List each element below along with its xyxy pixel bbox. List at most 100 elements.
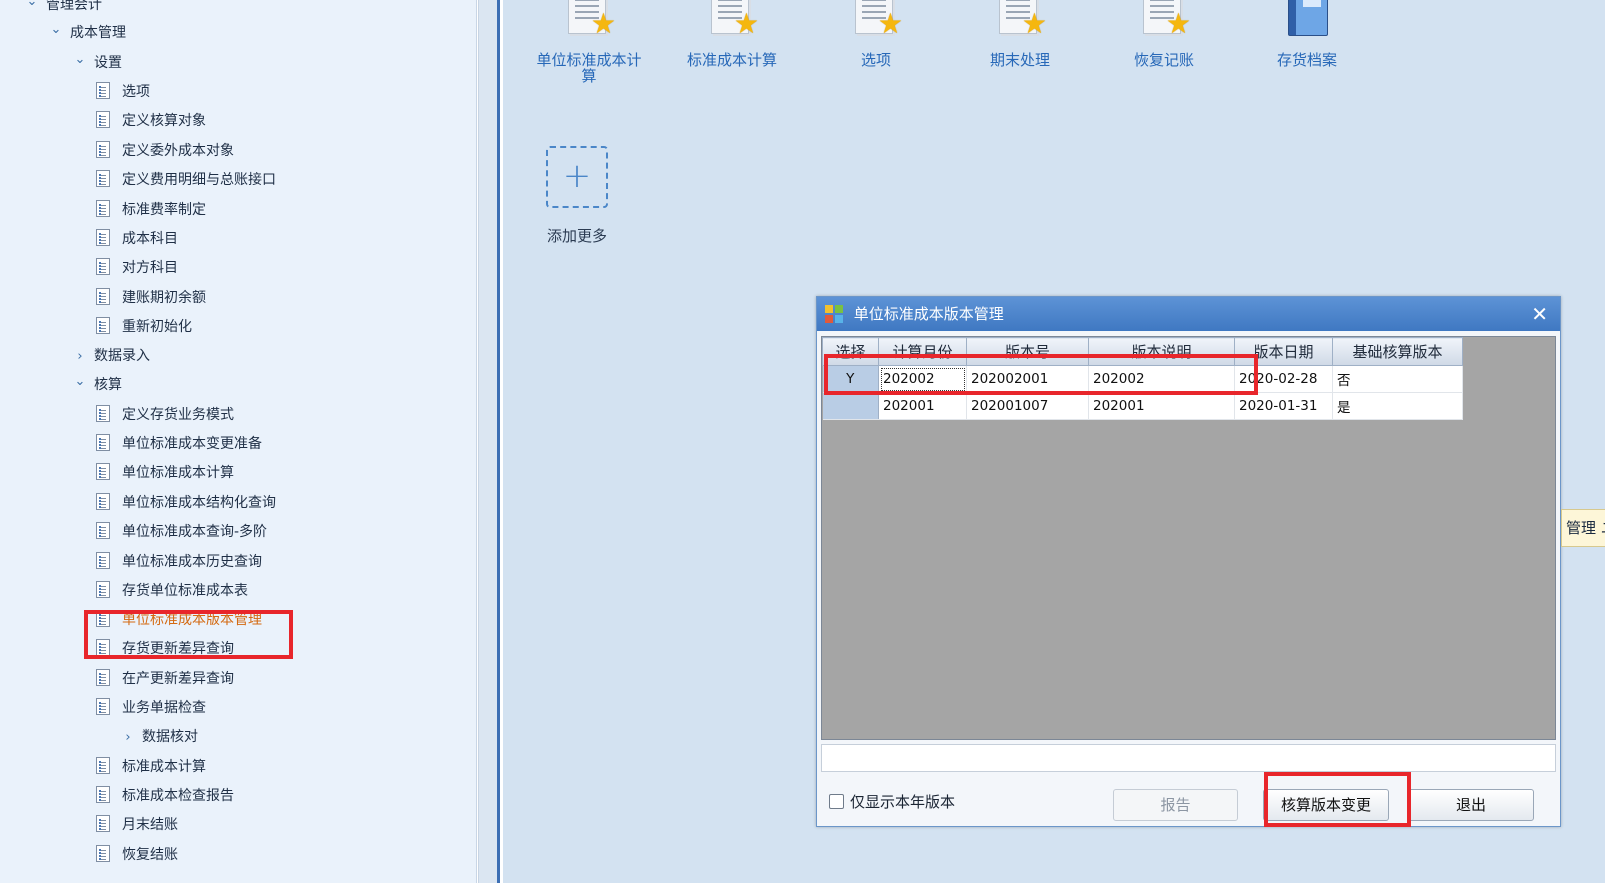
highlight-box-tree-item [84,610,293,659]
checkbox-box[interactable] [829,794,844,809]
document-star-icon: ★ [849,0,903,38]
tree-item[interactable]: 业务单据检查 [96,695,206,721]
tree-item-label: 单位标准成本历史查询 [122,554,262,570]
tree-item[interactable]: 重新初始化 [96,314,192,340]
version-change-button[interactable]: 核算版本变更 [1263,789,1389,821]
tree-folder[interactable]: ⌄ 设置 [72,50,122,76]
cell-version[interactable]: 202001007 [966,392,1089,420]
chevron-right-icon[interactable]: › [72,344,88,370]
tree-folder[interactable]: › 数据录入 [72,343,150,369]
tree-item[interactable]: 定义核算对象 [96,108,206,134]
document-icon [96,522,110,539]
tree-item-label: 定义核算对象 [122,113,206,129]
cell-select[interactable] [822,392,879,420]
tree-folder[interactable]: ⌄ 成本管理 [48,20,126,46]
close-icon[interactable]: ✕ [1531,297,1548,331]
column-header-base[interactable]: 基础核算版本 [1332,337,1463,366]
cell-select[interactable]: Y [822,365,879,393]
quick-icon-3[interactable]: ★ 期末处理 [955,0,1085,68]
table-row[interactable]: Y 202002 202002001 202002 2020-02-28 否 [822,365,1463,393]
column-header-month[interactable]: 计算月份 [878,337,967,366]
tree-item[interactable]: 对方科目 [96,255,178,281]
tree-item[interactable]: 单位标准成本变更准备 [96,431,262,457]
quick-icon-1[interactable]: ★ 标准成本计算 [667,0,797,68]
document-icon [96,200,110,217]
tree-item[interactable]: 在产更新差异查询 [96,666,234,692]
quick-icon-label: 期末处理 [989,51,1050,69]
tree-item[interactable]: 恢复结账 [96,842,178,868]
document-icon [96,698,110,715]
chevron-down-icon[interactable]: ⌄ [48,17,64,43]
add-more-button[interactable]: + 添加更多 [545,146,609,246]
cell-date[interactable]: 2020-01-31 [1234,392,1333,420]
tree-folder[interactable]: ⌄ 管理会计 [24,0,102,18]
chevron-down-icon[interactable]: ⌄ [24,0,40,15]
tree-item-label: 标准费率制定 [122,202,206,218]
document-icon [96,845,110,862]
tree-item[interactable]: 选项 [96,79,150,105]
exit-button[interactable]: 退出 [1408,789,1534,821]
chevron-down-icon[interactable]: ⌄ [72,369,88,395]
column-header-desc[interactable]: 版本说明 [1088,337,1235,366]
show-current-year-checkbox[interactable]: 仅显示本年版本 [829,791,955,812]
side-tooltip: 管理 ユ [1561,509,1605,547]
column-header-version[interactable]: 版本号 [966,337,1089,366]
quick-icon-5[interactable]: 存货档案 [1242,0,1372,68]
document-star-icon: ★ [1137,0,1191,38]
tree-item-label: 月末结账 [122,817,178,833]
document-icon [96,434,110,451]
cell-version[interactable]: 202002001 [966,365,1089,393]
column-header-date[interactable]: 版本日期 [1234,337,1333,366]
tree-item[interactable]: 存货单位标准成本表 [96,578,248,604]
tree-item[interactable]: 单位标准成本查询-多阶 [96,519,267,545]
cell-date[interactable]: 2020-02-28 [1234,365,1333,393]
report-button[interactable]: 报告 [1113,789,1238,821]
tree-item-label: 设置 [94,55,122,71]
tree-item[interactable]: 建账期初余额 [96,285,206,311]
tree-item[interactable]: 成本科目 [96,226,178,252]
column-header-select[interactable]: 选择 [822,337,879,366]
cell-desc[interactable]: 202002 [1088,365,1235,393]
document-icon [96,581,110,598]
tree-item[interactable]: 标准成本检查报告 [96,783,234,809]
quick-icon-0[interactable]: ★ 单位标准成本计算 [524,0,654,84]
tree-item[interactable]: 单位标准成本历史查询 [96,549,262,575]
chevron-right-icon[interactable]: › [120,725,136,751]
tree-item-label: 定义委外成本对象 [122,143,234,159]
tree-item-label: 单位标准成本计算 [122,465,234,481]
tree-item[interactable]: 定义委外成本对象 [96,138,234,164]
dialog-title-bar[interactable]: 单位标准成本版本管理 ✕ [817,297,1560,331]
tree-item-label: 定义费用明细与总账接口 [122,172,276,188]
tree-item-label: 业务单据检查 [122,700,206,716]
cell-desc[interactable]: 202001 [1088,392,1235,420]
cell-base[interactable]: 是 [1332,392,1463,420]
tree-item[interactable]: 单位标准成本计算 [96,460,234,486]
version-management-dialog: 单位标准成本版本管理 ✕ 选择 计算月份 版本号 版本说明 版本日期 基础核算版… [816,296,1561,827]
tree-item[interactable]: 定义存货业务模式 [96,402,234,428]
cell-base[interactable]: 否 [1332,365,1463,393]
tree-item-label: 数据核对 [142,729,198,745]
quick-icon-4[interactable]: ★ 恢复记账 [1099,0,1229,68]
cell-month[interactable]: 202002 [878,365,967,393]
document-icon [96,552,110,569]
tree-folder[interactable]: ⌄ 核算 [72,372,122,398]
document-icon [96,405,110,422]
panel-splitter[interactable] [478,0,500,883]
document-icon [96,815,110,832]
cell-month[interactable]: 202001 [878,392,967,420]
quick-icon-2[interactable]: ★ 选项 [811,0,941,68]
tree-item-label: 单位标准成本查询-多阶 [122,524,268,540]
tree-item[interactable]: 单位标准成本结构化查询 [96,490,276,516]
table-row[interactable]: 202001 202001007 202001 2020-01-31 是 [822,392,1463,420]
tree-item[interactable]: 标准成本计算 [96,754,206,780]
document-icon [96,258,110,275]
tree-folder[interactable]: › 数据核对 [120,724,198,750]
tree-item-label: 标准成本计算 [122,759,206,775]
document-icon [96,82,110,99]
tree-item[interactable]: 标准费率制定 [96,197,206,223]
chevron-down-icon[interactable]: ⌄ [72,47,88,73]
navigation-tree: ⌄ 管理会计 ⌄ 成本管理 ⌄ 设置 选项 定义核算对象 定义委外成本对象 定义费用明细与总账接口… [0,0,477,883]
tree-item[interactable]: 定义费用明细与总账接口 [96,167,276,193]
tree-item[interactable]: 月末结账 [96,812,178,838]
document-star-icon: ★ [562,0,616,38]
